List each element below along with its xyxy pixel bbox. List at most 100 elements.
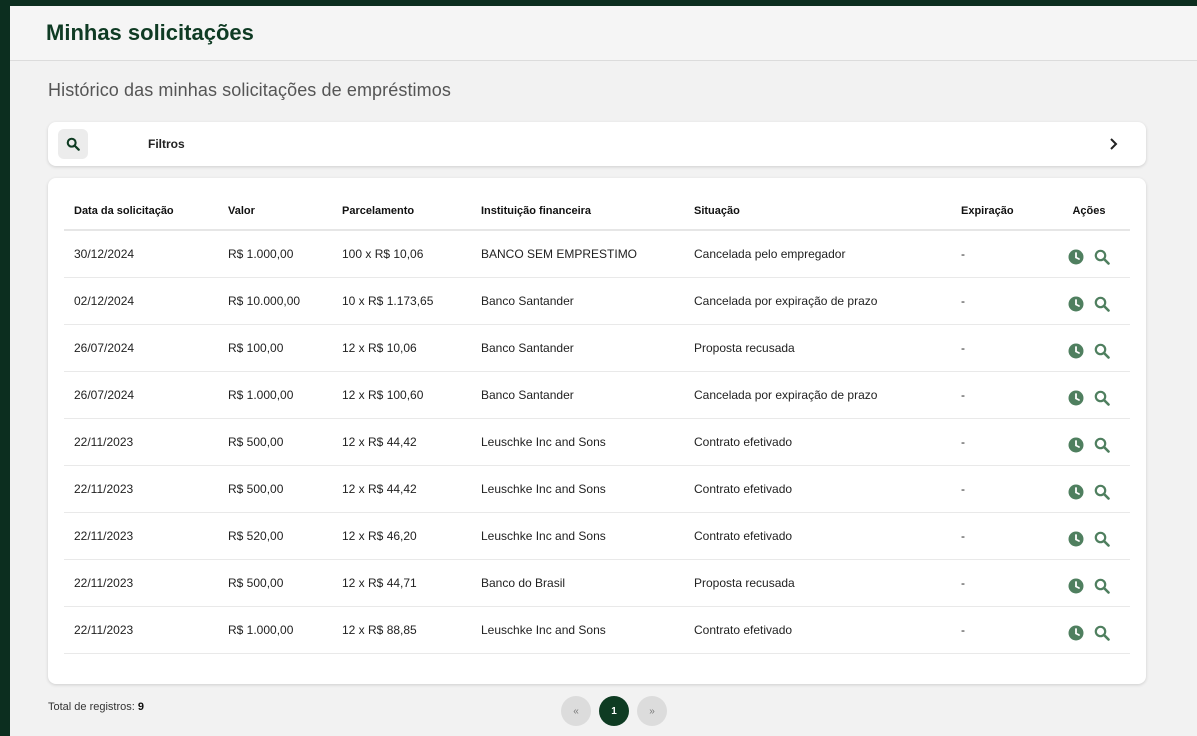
cell-institution: Banco Santander — [471, 371, 684, 419]
view-details-button[interactable] — [1092, 623, 1112, 643]
cell-expiration: - — [951, 418, 1048, 466]
view-details-button[interactable] — [1092, 294, 1112, 314]
cell-installments: 12 x R$ 46,20 — [332, 512, 471, 560]
cell-status: Contrato efetivado — [684, 465, 951, 513]
view-details-button[interactable] — [1092, 576, 1112, 596]
page-title: Minhas solicitações — [46, 20, 254, 45]
filter-bar[interactable]: Filtros — [48, 122, 1146, 166]
cell-installments: 12 x R$ 10,06 — [332, 324, 471, 372]
cell-value: R$ 1.000,00 — [218, 371, 332, 419]
history-button[interactable] — [1066, 482, 1086, 502]
cell-status: Contrato efetivado — [684, 512, 951, 560]
cell-institution: Banco do Brasil — [471, 559, 684, 607]
col-actions: Ações — [1048, 192, 1130, 231]
search-icon — [1094, 296, 1110, 312]
history-button[interactable] — [1066, 435, 1086, 455]
pagination-page-1[interactable]: 1 — [599, 696, 629, 726]
cell-value: R$ 500,00 — [218, 559, 332, 607]
total-records-label: Total de registros: — [48, 701, 135, 713]
page-subtitle: Histórico das minhas solicitações de emp… — [48, 80, 451, 100]
cell-actions — [1048, 277, 1130, 325]
cell-value: R$ 520,00 — [218, 512, 332, 560]
cell-status: Cancelada por expiração de prazo — [684, 277, 951, 325]
pagination-next-button[interactable]: » — [637, 696, 667, 726]
cell-date: 30/12/2024 — [64, 230, 218, 278]
cell-expiration: - — [951, 559, 1048, 607]
filter-search-button[interactable] — [58, 129, 88, 159]
search-icon — [66, 137, 80, 151]
cell-actions — [1048, 465, 1130, 513]
chevron-right-icon — [1110, 138, 1118, 150]
history-button[interactable] — [1066, 576, 1086, 596]
cell-institution: Banco Santander — [471, 324, 684, 372]
col-value: Valor — [218, 192, 332, 231]
pagination-prev-button[interactable]: « — [561, 696, 591, 726]
clock-icon — [1068, 437, 1084, 453]
cell-value: R$ 100,00 — [218, 324, 332, 372]
cell-institution: Leuschke Inc and Sons — [471, 512, 684, 560]
table-row: 22/11/2023 R$ 500,00 12 x R$ 44,42 Leuschke… — [64, 418, 1130, 466]
cell-expiration: - — [951, 324, 1048, 372]
cell-expiration: - — [951, 512, 1048, 560]
header-bar: Minhas solicitações — [10, 6, 1197, 61]
clock-icon — [1068, 578, 1084, 594]
search-icon — [1094, 484, 1110, 500]
total-records-value: 9 — [137, 701, 145, 713]
cell-date: 22/11/2023 — [64, 465, 218, 513]
cell-date: 22/11/2023 — [64, 418, 218, 466]
table-row: 26/07/2024 R$ 1.000,00 12 x R$ 100,60 Banco… — [64, 371, 1130, 419]
cell-actions — [1048, 324, 1130, 372]
col-institution: Instituição financeira — [471, 192, 684, 231]
cell-date: 22/11/2023 — [64, 559, 218, 607]
cell-installments: 12 x R$ 44,42 — [332, 465, 471, 513]
table-header-row: Data da solicitação Valor Parcelamento I… — [64, 192, 1130, 231]
clock-icon — [1068, 531, 1084, 547]
requests-table: Data da solicitação Valor Parcelamento I… — [64, 192, 1130, 654]
view-details-button[interactable] — [1092, 482, 1112, 502]
cell-actions — [1048, 418, 1130, 466]
view-details-button[interactable] — [1092, 388, 1112, 408]
table-row: 26/07/2024 R$ 100,00 12 x R$ 10,06 Banco Sa… — [64, 324, 1130, 372]
view-details-button[interactable] — [1092, 341, 1112, 361]
cell-institution: BANCO SEM EMPRESTIMO — [471, 230, 684, 278]
history-button[interactable] — [1066, 247, 1086, 267]
cell-status: Contrato efetivado — [684, 418, 951, 466]
cell-status: Proposta recusada — [684, 559, 951, 607]
clock-icon — [1068, 625, 1084, 641]
cell-value: R$ 1.000,00 — [218, 230, 332, 278]
clock-icon — [1068, 343, 1084, 359]
history-button[interactable] — [1066, 294, 1086, 314]
cell-status: Proposta recusada — [684, 324, 951, 372]
history-button[interactable] — [1066, 529, 1086, 549]
filter-expand-button[interactable] — [1104, 134, 1124, 154]
view-details-button[interactable] — [1092, 247, 1112, 267]
cell-institution: Leuschke Inc and Sons — [471, 606, 684, 654]
table-row: 30/12/2024 R$ 1.000,00 100 x R$ 10,06 BANCO… — [64, 230, 1130, 278]
cell-expiration: - — [951, 230, 1048, 278]
history-button[interactable] — [1066, 388, 1086, 408]
cell-actions — [1048, 512, 1130, 560]
clock-icon — [1068, 390, 1084, 406]
history-button[interactable] — [1066, 341, 1086, 361]
page: Minhas solicitações Histórico das minhas… — [10, 6, 1197, 736]
cell-status: Contrato efetivado — [684, 606, 951, 654]
view-details-button[interactable] — [1092, 435, 1112, 455]
search-icon — [1094, 343, 1110, 359]
table-row: 22/11/2023 R$ 500,00 12 x R$ 44,71 Banco do… — [64, 559, 1130, 607]
search-icon — [1094, 625, 1110, 641]
cell-installments: 12 x R$ 88,85 — [332, 606, 471, 654]
table-row: 22/11/2023 R$ 520,00 12 x R$ 46,20 Leuschke… — [64, 512, 1130, 560]
cell-value: R$ 500,00 — [218, 418, 332, 466]
cell-installments: 12 x R$ 44,71 — [332, 559, 471, 607]
view-details-button[interactable] — [1092, 529, 1112, 549]
cell-status: Cancelada por expiração de prazo — [684, 371, 951, 419]
clock-icon — [1068, 296, 1084, 312]
history-button[interactable] — [1066, 623, 1086, 643]
cell-actions — [1048, 371, 1130, 419]
cell-date: 22/11/2023 — [64, 606, 218, 654]
requests-table-card: Data da solicitação Valor Parcelamento I… — [48, 178, 1146, 684]
clock-icon — [1068, 484, 1084, 500]
search-icon — [1094, 437, 1110, 453]
cell-installments: 100 x R$ 10,06 — [332, 230, 471, 278]
cell-institution: Leuschke Inc and Sons — [471, 418, 684, 466]
